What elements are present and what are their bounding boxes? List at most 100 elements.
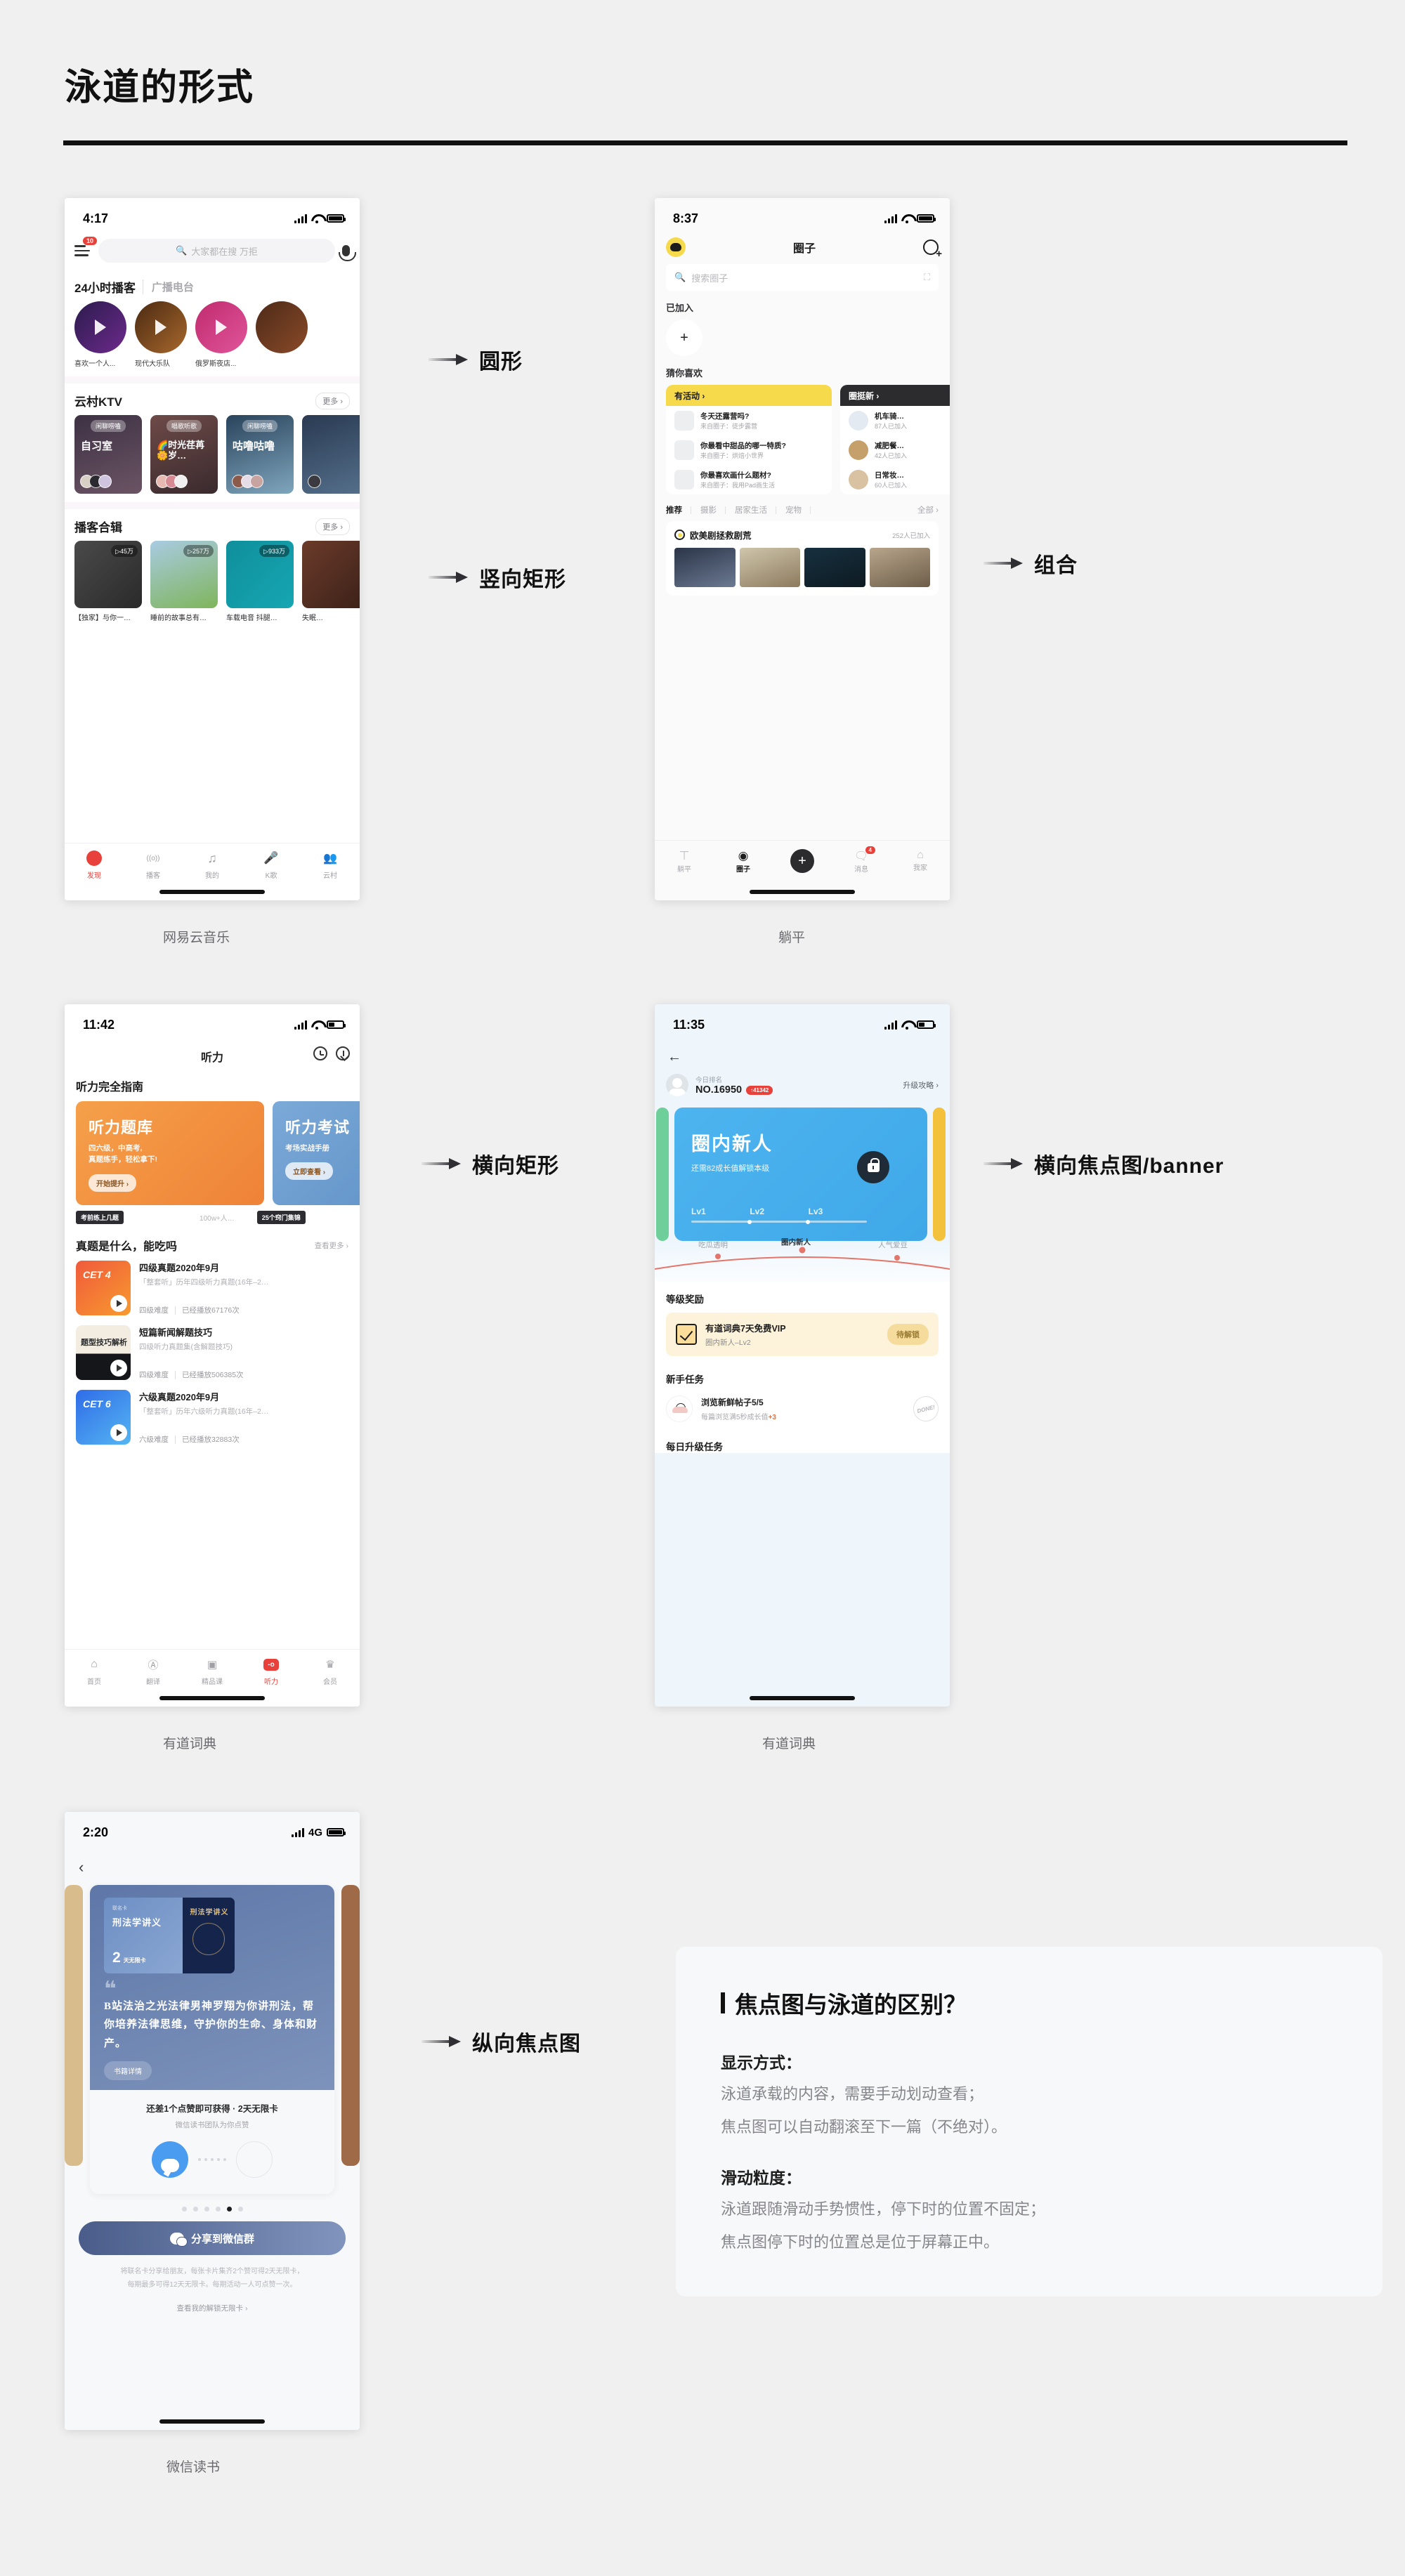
banner-cta[interactable]: 立即查看 › xyxy=(285,1162,334,1181)
list-item[interactable]: CET 4 四级真题2020年9月 「整套听」历年四级听力真题(16年–2… 四… xyxy=(65,1261,360,1325)
list-item[interactable]: 圈内新人 还需82成长值解锁本级 Lv1 Lv2 Lv3 xyxy=(674,1108,927,1241)
avatar[interactable] xyxy=(666,1074,688,1096)
list-item[interactable]: ▷933万 车载电音 抖腿… xyxy=(226,541,294,622)
list-item[interactable]: 俄罗斯夜店... xyxy=(195,301,247,368)
banner-cta[interactable]: 开始提升 › xyxy=(89,1174,137,1192)
tab-tangping[interactable]: ⊤ 躺平 xyxy=(655,849,714,874)
list-item[interactable]: 题型技巧解析 短篇新闻解题技巧 四级听力真题集(含解题技巧) 四级难度 已经播放5… xyxy=(65,1325,360,1390)
list-item[interactable]: 听力考试 考场实战手册 立即查看 › xyxy=(273,1101,360,1205)
table-row[interactable]: 日常妆… 60人已加入 xyxy=(840,465,950,494)
plus-icon[interactable]: + xyxy=(790,849,814,873)
tab-discover[interactable]: 发现 xyxy=(65,849,124,900)
history-icon[interactable] xyxy=(313,1046,327,1060)
level-banner-lane[interactable]: 圈内新人 还需82成长值解锁本级 Lv1 Lv2 Lv3 xyxy=(655,1108,950,1241)
list-item[interactable]: 现代大乐队 xyxy=(135,301,187,368)
tab-vip[interactable]: ♛ 会员 xyxy=(301,1655,360,1707)
task-row[interactable]: 浏览新鲜帖子5/5 每篇浏览满5秒成长值+3 DONE! xyxy=(666,1393,941,1424)
carousel-pager[interactable] xyxy=(65,2207,360,2212)
category-tabs[interactable]: 推荐 摄影 居家生活 宠物 全部 › xyxy=(655,494,950,521)
more-button[interactable]: 更多 › xyxy=(315,518,350,535)
tab-photography[interactable]: 摄影 xyxy=(691,504,726,515)
tab-recommend[interactable]: 推荐 xyxy=(666,504,691,515)
poster-lane[interactable] xyxy=(674,548,930,587)
table-row[interactable]: 机车骑… 87人已加入 xyxy=(840,406,950,435)
list-item[interactable]: 听力题库 四六级，中高考, 真题练手，轻松拿下! 开始提升 › xyxy=(76,1101,264,1205)
list-item[interactable]: 失眠… xyxy=(302,541,360,622)
table-row[interactable]: 减肥餐… 42人已加入 xyxy=(840,435,950,465)
play-icon[interactable] xyxy=(110,1360,127,1376)
list-item[interactable]: CET 6 六级真题2020年9月 「整套听」历年六级听力真题(16年–2… 六… xyxy=(65,1390,360,1454)
card-header[interactable]: 圈挺新 › xyxy=(840,385,950,406)
reward-card[interactable]: 有道词典7天免费VIP 圈内新人–Lv2 待解锁 xyxy=(666,1313,939,1356)
my-cards-link[interactable]: 查看我的解锁无限卡 › xyxy=(65,2303,360,2313)
play-icon[interactable] xyxy=(110,1424,127,1441)
card-next-peek[interactable] xyxy=(341,1885,360,2166)
list-item[interactable]: ▷45万 【独家】与你一… xyxy=(74,541,142,622)
table-row[interactable]: 你最看中甜品的哪一特质? 来自圈子：烘焙小世界 xyxy=(666,435,832,465)
list-item[interactable]: 唱歌听歌 🌈时光荏苒🌼岁… xyxy=(150,415,218,494)
banner-prev-peek[interactable] xyxy=(656,1108,669,1241)
add-circle-icon[interactable] xyxy=(922,239,942,259)
list-item[interactable]: 闲聊唠嗑 自习室 xyxy=(74,415,142,494)
list-item[interactable]: 闲聊唠嗑 咕噜咕噜 xyxy=(226,415,294,494)
book-detail-button[interactable]: 书籍详情 xyxy=(104,2061,152,2080)
list-item[interactable]: ▷257万 睡前的故事总有… xyxy=(150,541,218,622)
status-bar: 2:20 4G xyxy=(65,1812,360,1847)
cover-label: CET 4 xyxy=(83,1269,111,1280)
menu-icon[interactable]: 10 xyxy=(74,237,98,259)
list-item[interactable]: 联名卡 刑法学讲义 2 天无限卡 刑法学讲义 ❝ B站法治之光法律男神罗翔为你讲… xyxy=(90,1885,334,2194)
podcast-circle-lane[interactable]: 喜欢一个人... 现代大乐队 俄罗斯夜店... xyxy=(65,301,360,376)
table-row[interactable]: 冬天还露营吗? 来自圈子：徒步露营 xyxy=(666,406,832,435)
group-card-lane[interactable]: 有活动 › 冬天还露营吗? 来自圈子：徒步露营 你最看中甜品的哪一特质? 来自圈… xyxy=(655,385,950,494)
mic-icon[interactable] xyxy=(339,245,356,261)
tab-post[interactable]: + xyxy=(773,849,832,873)
list-item[interactable] xyxy=(302,415,360,494)
cover-label: CET 6 xyxy=(83,1398,111,1409)
banner-lane[interactable]: 听力题库 四六级，中高考, 真题练手，轻松拿下! 开始提升 › 听力考试 考场实… xyxy=(65,1101,360,1205)
album-lane[interactable]: ▷45万 【独家】与你一… ▷257万 睡前的故事总有… ▷933万 车载电音 … xyxy=(65,541,360,631)
table-row[interactable]: 你最喜欢画什么题材? 来自圈子：我用Pad画生活 xyxy=(666,465,832,494)
poster[interactable] xyxy=(869,548,930,587)
add-group-button[interactable]: + xyxy=(666,320,702,356)
play-icon[interactable] xyxy=(110,1295,127,1312)
card-prev-peek[interactable] xyxy=(65,1885,83,2166)
more-button[interactable]: 查看更多 › xyxy=(315,1240,348,1251)
card-header[interactable]: 有活动 › xyxy=(666,385,832,406)
more-button[interactable]: 更多 › xyxy=(315,392,350,409)
search-input[interactable]: 🔍 大家都在搜 万拒 xyxy=(98,239,335,263)
download-icon[interactable] xyxy=(336,1046,350,1060)
tab-cloudvillage[interactable]: 👥 云村 xyxy=(301,849,360,900)
back-icon[interactable]: ← xyxy=(655,1039,950,1072)
tab-all[interactable]: 全部 › xyxy=(908,504,939,515)
feed-card[interactable]: 欧美剧拯救剧荒 252人已加入 xyxy=(666,521,939,596)
search-input[interactable]: 🔍 搜索圈子 ⛶ xyxy=(666,264,939,291)
scan-icon[interactable]: ⛶ xyxy=(924,272,930,283)
list-item[interactable] xyxy=(256,301,308,368)
upgrade-guide-link[interactable]: 升级攻略 › xyxy=(903,1079,939,1091)
poster[interactable] xyxy=(739,548,800,587)
tab-message[interactable]: 🗨 4 消息 xyxy=(832,846,891,874)
banner-next-peek[interactable] xyxy=(933,1108,946,1241)
tab-home[interactable]: ⌂ 首页 xyxy=(65,1655,124,1707)
tab-circle[interactable]: ◉ 圈子 xyxy=(714,849,773,874)
tab-home[interactable]: ⌂ 我家 xyxy=(891,849,950,872)
section-subtitle[interactable]: 广播电台 xyxy=(142,280,194,294)
status-badge[interactable]: 待解锁 xyxy=(887,1324,929,1345)
poster[interactable] xyxy=(804,548,865,587)
title-accent-bar xyxy=(721,1992,725,2013)
share-button[interactable]: 分享到微信群 xyxy=(79,2221,346,2255)
list-item[interactable]: 圈挺新 › 机车骑… 87人已加入 减肥餐… 42人已加入 日常妆… 60人已加… xyxy=(840,385,950,494)
row-subtitle: 来自圈子：烘焙小世界 xyxy=(700,452,764,459)
list-item[interactable]: 喜欢一个人... xyxy=(74,301,126,368)
list-item[interactable]: 有活动 › 冬天还露营吗? 来自圈子：徒步露营 你最看中甜品的哪一特质? 来自圈… xyxy=(666,385,832,494)
poster[interactable] xyxy=(674,548,736,587)
tab-pets[interactable]: 宠物 xyxy=(776,504,811,515)
annotation-label: 圆形 xyxy=(479,350,523,374)
level-label: Lv1 xyxy=(691,1207,706,1216)
card-carousel[interactable]: 联名卡 刑法学讲义 2 天无限卡 刑法学讲义 ❝ B站法治之光法律男神罗翔为你讲… xyxy=(65,1885,360,2194)
empty-like-slot[interactable] xyxy=(236,2141,273,2178)
tab-home-life[interactable]: 居家生活 xyxy=(726,504,776,515)
back-icon[interactable]: ‹ xyxy=(65,1847,360,1885)
signal-icon xyxy=(884,1020,897,1030)
ktv-card-lane[interactable]: 闲聊唠嗑 自习室 唱歌听歌 🌈时光荏苒🌼岁… 闲聊唠嗑 咕噜咕噜 xyxy=(65,415,360,502)
